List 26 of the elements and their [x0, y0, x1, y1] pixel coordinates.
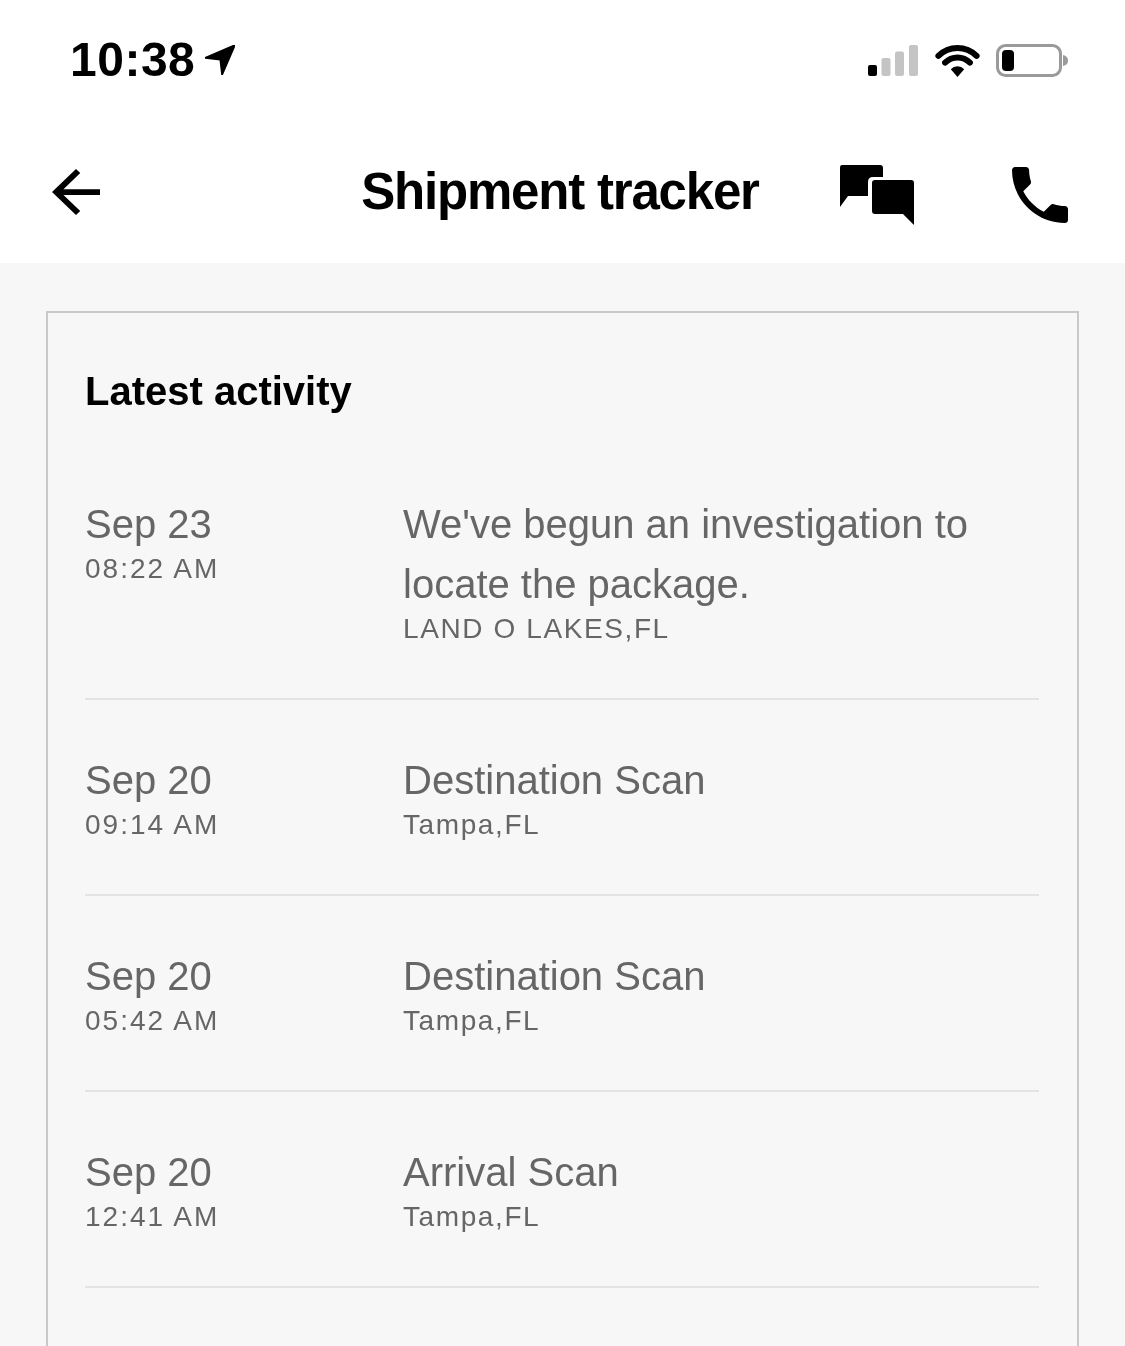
- event-time: 08:22 AM: [85, 554, 220, 584]
- event-description: Destination Scan: [403, 953, 706, 1000]
- event-date: Sep 20: [85, 1149, 212, 1196]
- event-time: 05:42 AM: [85, 1006, 220, 1036]
- event-time: 09:14 AM: [85, 810, 220, 840]
- signal-icon: [868, 44, 918, 76]
- location-arrow-icon: [205, 45, 236, 75]
- section-heading: Latest activity: [85, 368, 353, 415]
- event-date: Sep 20: [85, 757, 212, 804]
- event-date: Sep 20: [85, 953, 212, 1000]
- phone-icon[interactable]: [1012, 166, 1068, 223]
- chat-icon[interactable]: [840, 164, 914, 225]
- event-location: Tampa,FL: [403, 1006, 541, 1036]
- event-location: LAND O LAKES,FL: [403, 614, 670, 644]
- event-location: Tampa,FL: [403, 1202, 541, 1232]
- page-title: Shipment tracker: [361, 161, 759, 222]
- back-arrow-icon[interactable]: [52, 168, 100, 215]
- event-time: 12:41 AM: [85, 1202, 220, 1232]
- wifi-icon: [935, 43, 980, 77]
- event-description: Destination Scan: [403, 757, 706, 804]
- event-location: Tampa,FL: [403, 810, 541, 840]
- event-description: Arrival Scan: [403, 1149, 619, 1196]
- battery-icon: [996, 43, 1068, 77]
- event-description: We've begun an investigation to locate the package.: [403, 501, 970, 608]
- status-time: 10:38: [70, 36, 196, 84]
- event-date: Sep 23: [85, 501, 212, 548]
